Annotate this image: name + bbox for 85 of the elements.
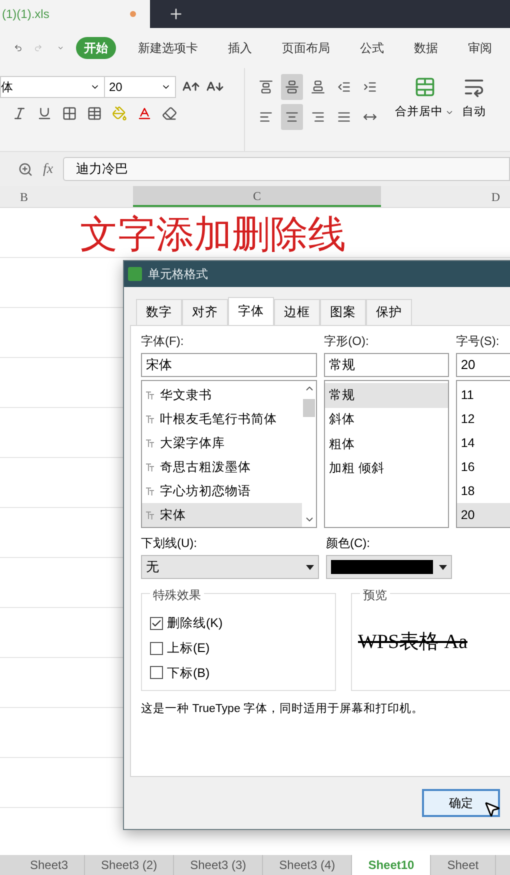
merge-center-button[interactable]: 合并居中 [395,104,443,122]
text-field[interactable]: 20 [456,353,510,377]
wrap-text-button[interactable]: 自动 [462,104,486,122]
align-center-icon[interactable] [281,104,303,130]
checkbox[interactable] [150,666,163,680]
list-item[interactable]: 常规 [325,383,448,408]
cell-style-icon[interactable] [87,106,102,121]
list-item[interactable]: 大梁字体库 [142,431,302,455]
ok-button[interactable]: 确定 [422,789,500,817]
align-middle-icon[interactable] [281,74,303,100]
list-item[interactable]: 粗体 [325,432,448,456]
checkbox[interactable] [150,642,163,655]
dialog-tab[interactable]: 数字 [136,299,182,325]
menu-tab[interactable]: 数据 [406,37,446,59]
font-color-icon[interactable] [137,106,152,121]
eraser-icon[interactable] [162,106,177,121]
sheet-tab[interactable]: Sheet3 (3) [174,855,264,875]
menu-tab[interactable]: 公式 [352,37,392,59]
column-header[interactable]: C [133,186,381,207]
field-label: 字号(S): [456,333,500,350]
list-item[interactable]: 20 [456,503,510,527]
field-label: 字形(O): [324,333,370,350]
truetype-icon [146,510,154,520]
color-dropdown[interactable] [326,555,452,579]
dialog-tab[interactable]: 字体 [228,297,274,325]
menu-tab[interactable]: 新建选项卡 [130,37,206,59]
list-item[interactable]: 14 [456,431,510,455]
checkbox-label: 下标(B) [167,664,210,682]
scroll-thumb[interactable] [303,399,316,417]
dropdown-icon[interactable] [306,564,314,570]
field-label: 下划线(U): [141,535,198,552]
text-field[interactable]: 宋体 [141,353,318,377]
truetype-icon [146,462,154,472]
sheet-tab[interactable]: Sheet3 [0,855,86,875]
font-description: 这是一种 TrueType 字体，同时适用于屏幕和打印机。 [141,701,425,717]
field-label: 颜色(C): [326,535,371,552]
border-icon[interactable] [62,106,77,121]
list-item[interactable]: 宋体 [142,503,302,527]
formula-field[interactable]: 迪力冷巴 [63,157,510,181]
list-item[interactable]: 16 [456,455,510,479]
font-size-field[interactable]: 20 [104,76,176,98]
dropdown-icon[interactable] [439,564,447,570]
truetype-icon [146,438,154,448]
truetype-icon [146,486,154,496]
menu-tab[interactable]: 审阅 [460,37,500,59]
list-item[interactable]: 华文隶书 [142,383,302,407]
truetype-icon [146,390,154,400]
dialog-tab[interactable]: 边框 [274,299,320,325]
list-item[interactable]: 12 [456,407,510,431]
underline-dropdown[interactable]: 无 [141,555,319,579]
checkbox-label: 上标(E) [167,640,210,657]
truetype-icon [146,414,154,424]
list-item[interactable]: 叶根友毛笔行书简体 [142,407,302,431]
field-label: 字体(F): [141,333,185,350]
merge-icon[interactable] [414,76,436,98]
checkbox[interactable] [150,616,163,630]
italic-icon[interactable] [12,106,27,121]
fx-label[interactable]: fx [43,158,54,180]
menu-tab[interactable]: 页面布局 [274,37,338,59]
app-logo-icon [128,267,142,281]
cell-text: 文字添加删除线 [80,216,346,254]
mouse-cursor-icon [483,800,501,818]
checkbox-label: 删除线(K) [167,615,223,632]
new-tab-icon[interactable] [168,6,184,22]
dialog-title-bar: 单元格格式 [124,261,510,287]
list-item[interactable]: 18 [456,479,510,503]
column-header[interactable]: B [0,186,133,207]
list-item[interactable]: 奇思古粗泼墨体 [142,455,302,479]
list-item[interactable]: 字心坊初恋物语 [142,479,302,503]
dialog-tab[interactable]: 保护 [366,299,412,325]
dialog-tab[interactable]: 图案 [320,299,366,325]
menu-tab[interactable]: 插入 [220,37,260,59]
font-name-field[interactable]: 体 [0,76,105,98]
list-item[interactable]: 11 [456,383,510,407]
list-item[interactable]: 斜体 [325,408,448,432]
column-header[interactable]: D [381,186,510,207]
text-field[interactable]: 常规 [324,353,449,377]
dialog-tab[interactable]: 对齐 [182,299,228,325]
zoom-icon[interactable] [18,162,33,176]
preview-text: WPS表格 Aa [358,630,468,655]
sheet-tab[interactable]: Sheet [431,855,496,875]
underline-icon[interactable] [37,106,52,121]
fill-color-icon[interactable] [112,106,127,121]
sheet-tab[interactable]: Sheet3 (2) [85,855,174,875]
list-item[interactable]: 加粗 倾斜 [325,456,448,481]
